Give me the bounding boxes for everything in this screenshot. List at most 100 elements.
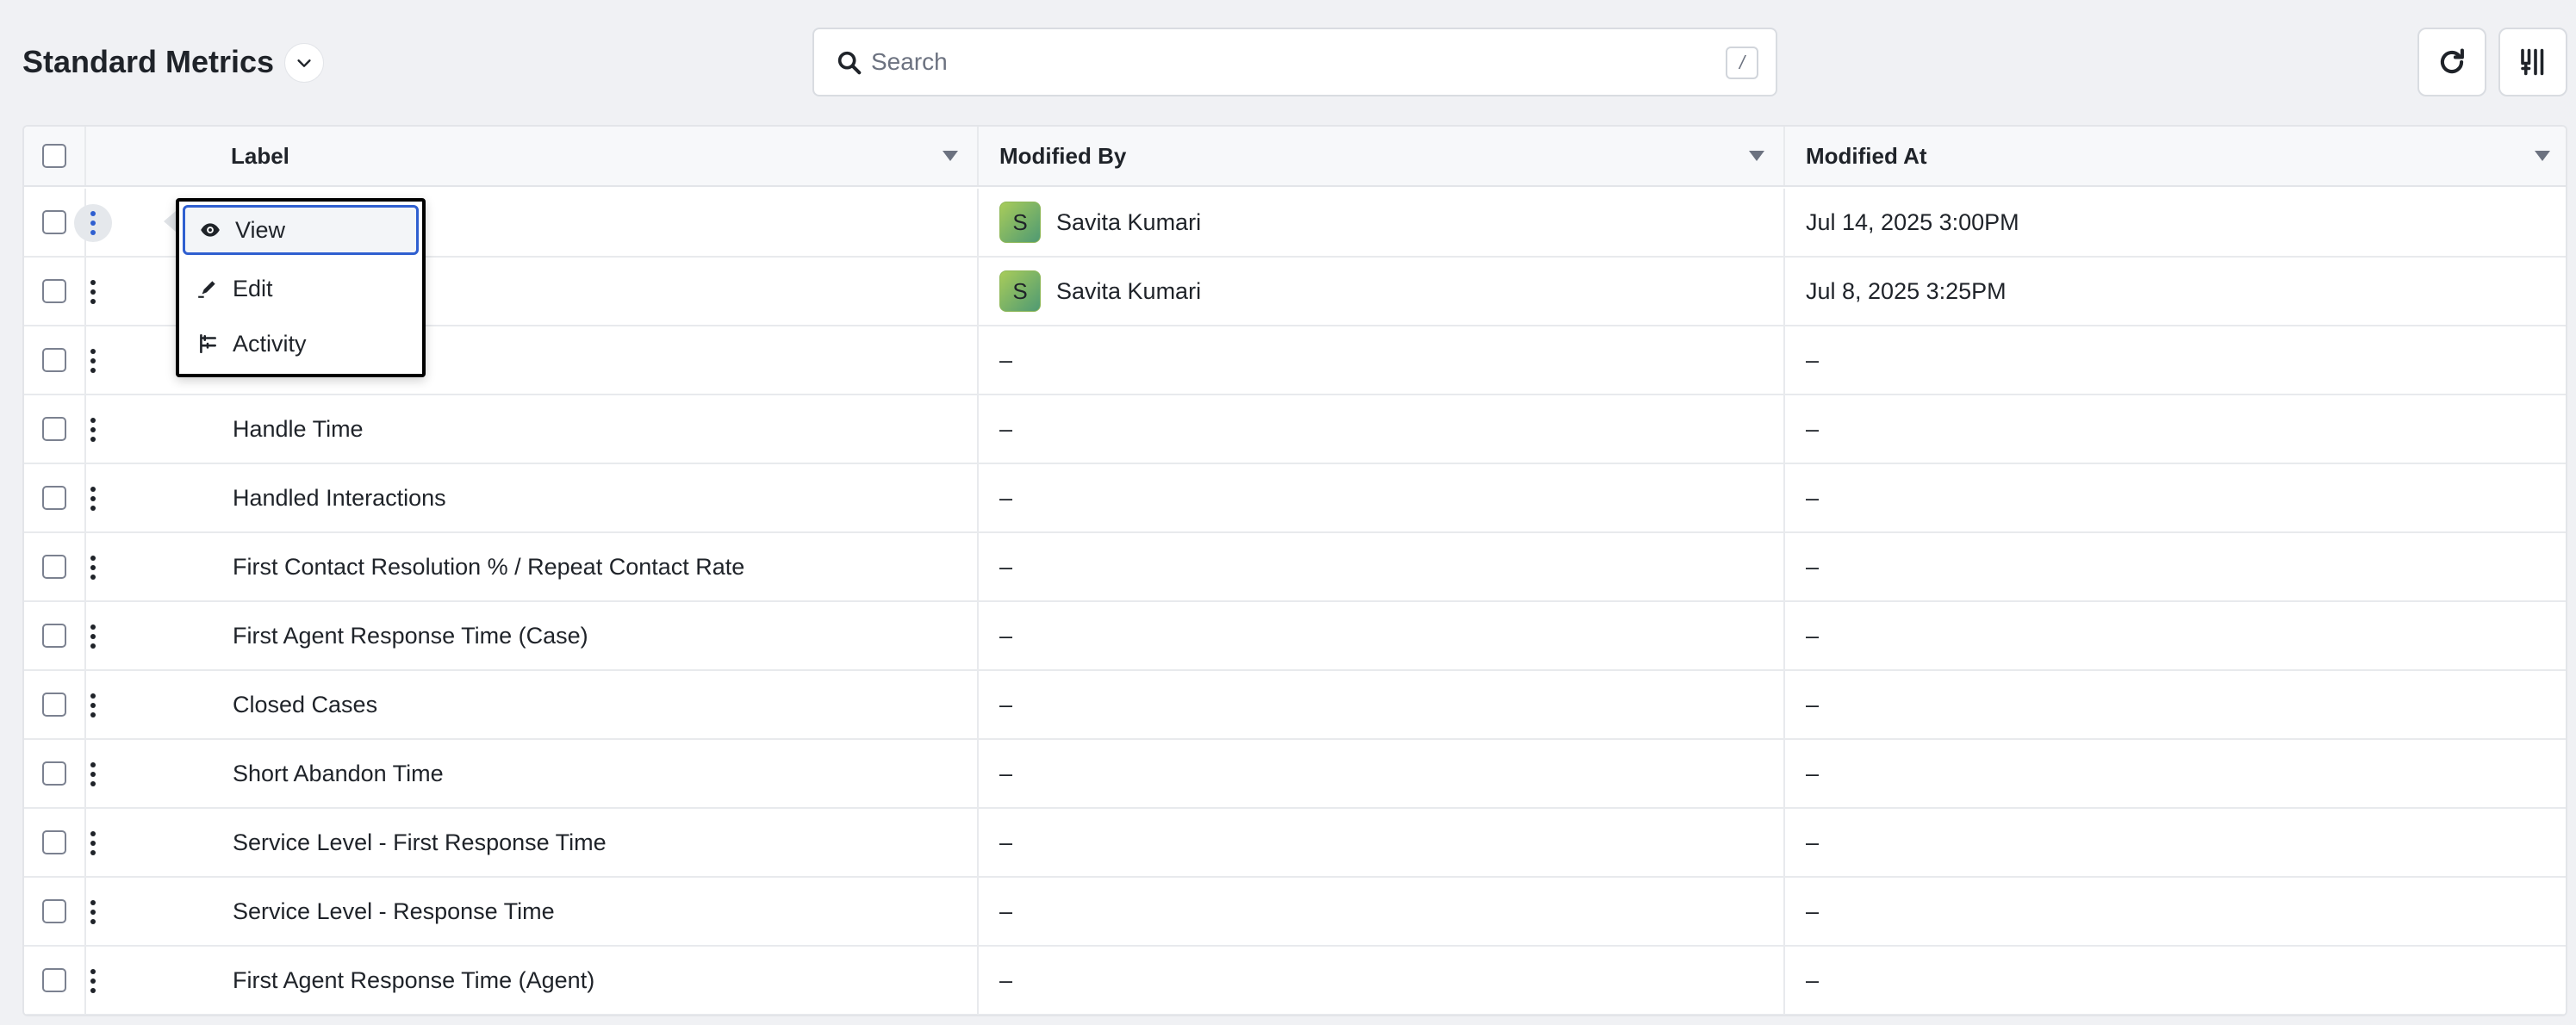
modified-by-cell: – xyxy=(979,671,1785,738)
header-checkbox-cell xyxy=(24,127,86,185)
table-row[interactable]: First Agent Response Time (Agent) – – xyxy=(24,947,2566,1015)
row-checkbox[interactable] xyxy=(42,830,66,854)
column-header-text: Label xyxy=(231,142,289,169)
menu-pointer xyxy=(164,211,176,232)
label-cell: Handled Interactions xyxy=(86,464,979,531)
label-cell: Service Level - Response Time xyxy=(86,878,979,945)
modified-by-text: – xyxy=(999,829,1013,855)
menu-item-label: View xyxy=(235,216,286,243)
modified-at-text: – xyxy=(1806,622,1820,649)
title-dropdown-button[interactable] xyxy=(284,43,324,83)
modified-by-text: – xyxy=(999,966,1013,993)
caret-down-icon[interactable] xyxy=(943,151,958,161)
eye-icon xyxy=(199,219,221,241)
label-text: Handled Interactions xyxy=(233,484,446,511)
avatar: S xyxy=(999,202,1041,243)
modified-by-cell: – xyxy=(979,740,1785,807)
modified-by-text: – xyxy=(999,346,1013,373)
label-cell: Service Level - First Response Time xyxy=(86,809,979,876)
modified-by-cell: – xyxy=(979,947,1785,1014)
table-row[interactable]: Service Level - First Response Time – – xyxy=(24,809,2566,878)
page-header: Standard Metrics / xyxy=(0,0,2576,125)
row-checkbox[interactable] xyxy=(42,624,66,648)
modified-at-text: Jul 14, 2025 3:00PM xyxy=(1806,208,2019,235)
label-text: First Agent Response Time (Agent) xyxy=(233,966,595,993)
modified-at-cell: – xyxy=(1785,395,2566,463)
refresh-icon xyxy=(2440,48,2464,74)
modified-at-text: – xyxy=(1806,415,1820,442)
menu-item-edit[interactable]: Edit xyxy=(183,264,419,314)
table-row[interactable]: First Contact Resolution % / Repeat Cont… xyxy=(24,533,2566,602)
search-shortcut-key: / xyxy=(1726,47,1758,79)
row-checkbox[interactable] xyxy=(42,348,66,372)
row-checkbox[interactable] xyxy=(42,899,66,923)
row-checkbox[interactable] xyxy=(42,555,66,579)
modified-by-cell: – xyxy=(979,878,1785,945)
modified-by-text: – xyxy=(999,898,1013,924)
modified-at-cell: – xyxy=(1785,602,2566,669)
table-row[interactable]: Handle Time – – xyxy=(24,395,2566,464)
columns-icon xyxy=(2521,48,2544,76)
table-row[interactable]: Short Abandon Time – – xyxy=(24,740,2566,809)
label-text: Closed Cases xyxy=(233,691,378,718)
table-header: Label Modified By Modified At xyxy=(24,127,2566,187)
modified-by-text: Savita Kumari xyxy=(1056,208,1202,235)
search-box[interactable]: / xyxy=(812,28,1777,96)
caret-down-icon[interactable] xyxy=(2535,151,2550,161)
table-row[interactable]: Closed Cases – – xyxy=(24,671,2566,740)
search-input[interactable] xyxy=(869,29,1645,95)
modified-by-cell: – xyxy=(979,464,1785,531)
row-checkbox[interactable] xyxy=(42,210,66,234)
modified-at-cell: Jul 14, 2025 3:00PM xyxy=(1785,189,2566,256)
columns-settings-button[interactable] xyxy=(2498,28,2567,96)
table-row[interactable]: First Agent Response Time (Case) – – xyxy=(24,602,2566,671)
modified-by-text: – xyxy=(999,553,1013,580)
modified-by-cell: – xyxy=(979,395,1785,463)
modified-at-cell: – xyxy=(1785,464,2566,531)
caret-down-icon[interactable] xyxy=(1749,151,1764,161)
column-header-modified-by[interactable]: Modified By xyxy=(979,127,1785,185)
modified-at-text: – xyxy=(1806,898,1820,924)
row-actions-menu: View Edit Activity xyxy=(176,198,426,377)
label-cell: Closed Cases xyxy=(86,671,979,738)
table-row[interactable]: Service Level - Response Time – – xyxy=(24,878,2566,947)
label-cell: First Agent Response Time (Case) xyxy=(86,602,979,669)
modified-by-text: – xyxy=(999,760,1013,786)
menu-item-activity[interactable]: Activity xyxy=(183,319,419,369)
row-checkbox[interactable] xyxy=(42,761,66,786)
column-header-modified-at[interactable]: Modified At xyxy=(1785,127,2566,185)
modified-at-cell: – xyxy=(1785,671,2566,738)
row-checkbox[interactable] xyxy=(42,693,66,717)
modified-by-cell: – xyxy=(979,809,1785,876)
avatar: S xyxy=(999,270,1041,312)
modified-by-cell: – xyxy=(979,326,1785,394)
pencil-icon xyxy=(196,277,219,300)
row-checkbox[interactable] xyxy=(42,486,66,510)
modified-at-text: – xyxy=(1806,760,1820,786)
label-cell: First Contact Resolution % / Repeat Cont… xyxy=(86,533,979,600)
page-title: Standard Metrics xyxy=(22,44,275,79)
label-cell: First Agent Response Time (Agent) xyxy=(86,947,979,1014)
modified-at-cell: Jul 8, 2025 3:25PM xyxy=(1785,258,2566,325)
select-all-checkbox[interactable] xyxy=(42,144,66,168)
modified-at-text: – xyxy=(1806,691,1820,718)
modified-at-cell: – xyxy=(1785,740,2566,807)
modified-by-cell: – xyxy=(979,533,1785,600)
modified-at-text: – xyxy=(1806,553,1820,580)
row-checkbox[interactable] xyxy=(42,968,66,992)
activity-icon xyxy=(196,332,219,355)
modified-by-text: – xyxy=(999,484,1013,511)
menu-item-view[interactable]: View xyxy=(183,205,419,255)
modified-at-text: – xyxy=(1806,966,1820,993)
label-text: Short Abandon Time xyxy=(233,760,444,786)
column-header-text: Modified By xyxy=(999,142,1127,169)
row-checkbox[interactable] xyxy=(42,417,66,441)
modified-at-cell: – xyxy=(1785,326,2566,394)
label-text: Handle Time xyxy=(233,415,364,442)
menu-item-label: Edit xyxy=(233,275,273,301)
refresh-button[interactable] xyxy=(2417,28,2486,96)
table-row[interactable]: Handled Interactions – – xyxy=(24,464,2566,533)
column-header-label[interactable]: Label xyxy=(86,127,979,185)
row-checkbox[interactable] xyxy=(42,279,66,303)
modified-by-text: – xyxy=(999,622,1013,649)
